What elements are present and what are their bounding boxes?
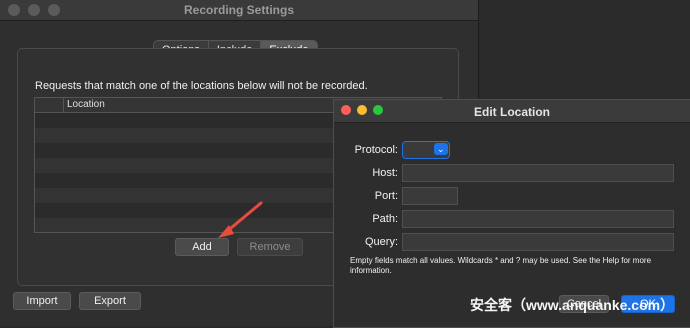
exclude-description: Requests that match one of the locations… (35, 80, 368, 92)
path-field[interactable] (402, 210, 674, 228)
port-field[interactable] (402, 187, 458, 205)
query-field[interactable] (402, 233, 674, 251)
protocol-label: Protocol: (354, 144, 398, 156)
edit-location-dialog: Edit Location Protocol: ⌄ Host: Port: Pa… (333, 99, 690, 328)
main-titlebar: Recording Settings (0, 0, 478, 21)
host-label: Host: (372, 167, 398, 179)
column-separator (63, 98, 64, 112)
dialog-titlebar: Edit Location (334, 100, 690, 123)
protocol-select[interactable]: ⌄ (402, 141, 450, 159)
dialog-title: Edit Location (474, 105, 550, 119)
import-button[interactable]: Import (13, 292, 71, 310)
site-watermark: 安全客（www.anquanke.com） (470, 297, 675, 313)
path-label: Path: (372, 213, 398, 225)
protocol-dropdown-button[interactable]: ⌄ (434, 143, 448, 155)
window-title: Recording Settings (183, 3, 294, 17)
port-label: Port: (374, 190, 398, 202)
host-field[interactable] (402, 164, 674, 182)
wildcard-help-note: Empty fields match all values. Wildcards… (350, 256, 652, 275)
location-column-header[interactable]: Location (67, 99, 105, 110)
chevron-down-icon: ⌄ (437, 144, 445, 154)
red-pointer-arrow-icon (218, 201, 263, 238)
export-button[interactable]: Export (79, 292, 141, 310)
query-label: Query: (364, 236, 398, 248)
